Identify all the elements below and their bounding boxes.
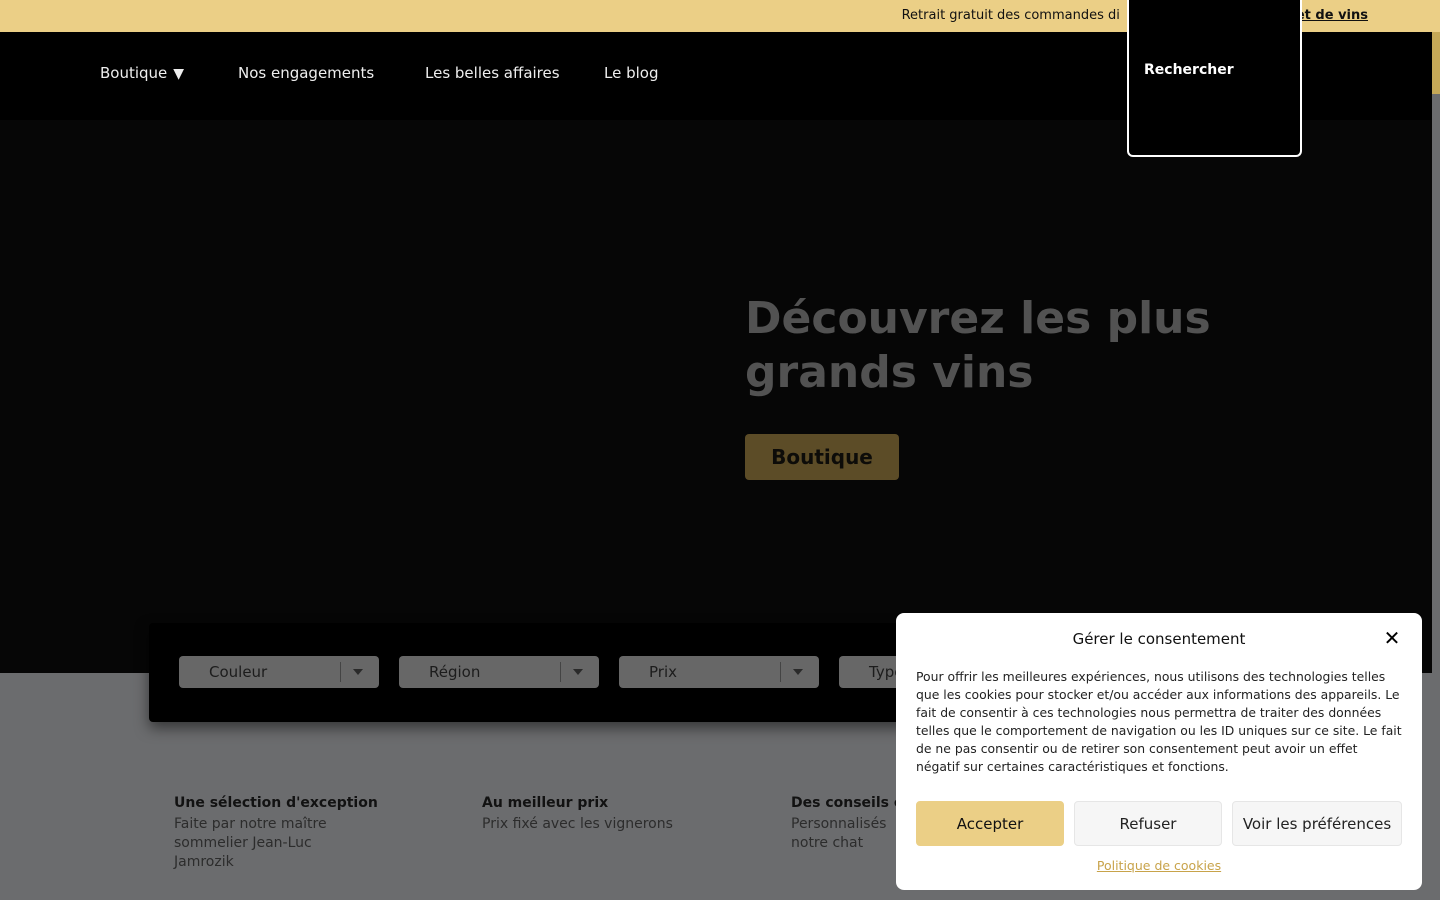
accept-button[interactable]: Accepter (916, 801, 1064, 846)
feature-description: Personnalisés notre chat (791, 816, 887, 851)
hero-title: Découvrez les plus grands vins (745, 293, 1211, 398)
dropdown-arrow-icon (573, 669, 583, 675)
nav-item-blog[interactable]: Le blog (604, 64, 658, 82)
announcement-link[interactable]: et de vins (1296, 8, 1368, 23)
feature-title: Des conseils e (791, 795, 904, 811)
feature-title: Au meilleur prix (482, 795, 609, 811)
close-icon[interactable]: ✕ (1382, 628, 1402, 648)
filter-label: Prix (649, 663, 677, 681)
cookie-dialog-text: Pour offrir les meilleures expériences, … (916, 669, 1402, 774)
filter-separator (340, 662, 341, 682)
chevron-down-icon: ▼ (173, 66, 185, 82)
cookie-policy-link[interactable]: Politique de cookies (896, 858, 1422, 873)
announcement-message: Retrait gratuit des commandes di (901, 8, 1120, 23)
feature-price: Au meilleur prix Prix fixé avec les vign… (482, 794, 712, 834)
feature-description: Prix fixé avec les vignerons (482, 816, 673, 832)
nav-item-label: Boutique (100, 64, 168, 82)
side-accent (1432, 32, 1440, 94)
feature-selection: Une sélection d'exception Faite par notr… (174, 794, 404, 872)
refuse-button[interactable]: Refuser (1074, 801, 1222, 846)
hero-banner: Découvrez les plus grands vins Boutique (0, 120, 1432, 673)
search-button[interactable]: Rechercher (1127, 0, 1302, 157)
filter-separator (780, 662, 781, 682)
preferences-button[interactable]: Voir les préférences (1232, 801, 1402, 846)
filter-label: Région (429, 663, 481, 681)
cookie-dialog-title: Gérer le consentement (1072, 630, 1246, 648)
filter-label: Couleur (209, 663, 268, 681)
filter-prix[interactable]: Prix (619, 656, 819, 688)
filter-region[interactable]: Région (399, 656, 599, 688)
nav-item-belles-affaires[interactable]: Les belles affaires (425, 64, 560, 82)
nav-item-engagements[interactable]: Nos engagements (238, 64, 374, 82)
dropdown-arrow-icon (353, 669, 363, 675)
cookie-consent-dialog: Gérer le consentement ✕ Pour offrir les … (896, 613, 1422, 890)
search-label: Rechercher (1144, 62, 1234, 78)
dropdown-arrow-icon (793, 669, 803, 675)
feature-title: Une sélection d'exception (174, 795, 378, 811)
nav-item-boutique[interactable]: Boutique ▼ (100, 64, 184, 82)
filter-couleur[interactable]: Couleur (179, 656, 379, 688)
filter-bar: Couleur Région Prix Type (149, 623, 909, 722)
hero-shop-button[interactable]: Boutique (745, 434, 899, 480)
feature-advice: Des conseils e Personnalisés notre chat (791, 794, 904, 853)
feature-description: Faite par notre maître sommelier Jean-Lu… (174, 816, 327, 870)
filter-separator (560, 662, 561, 682)
